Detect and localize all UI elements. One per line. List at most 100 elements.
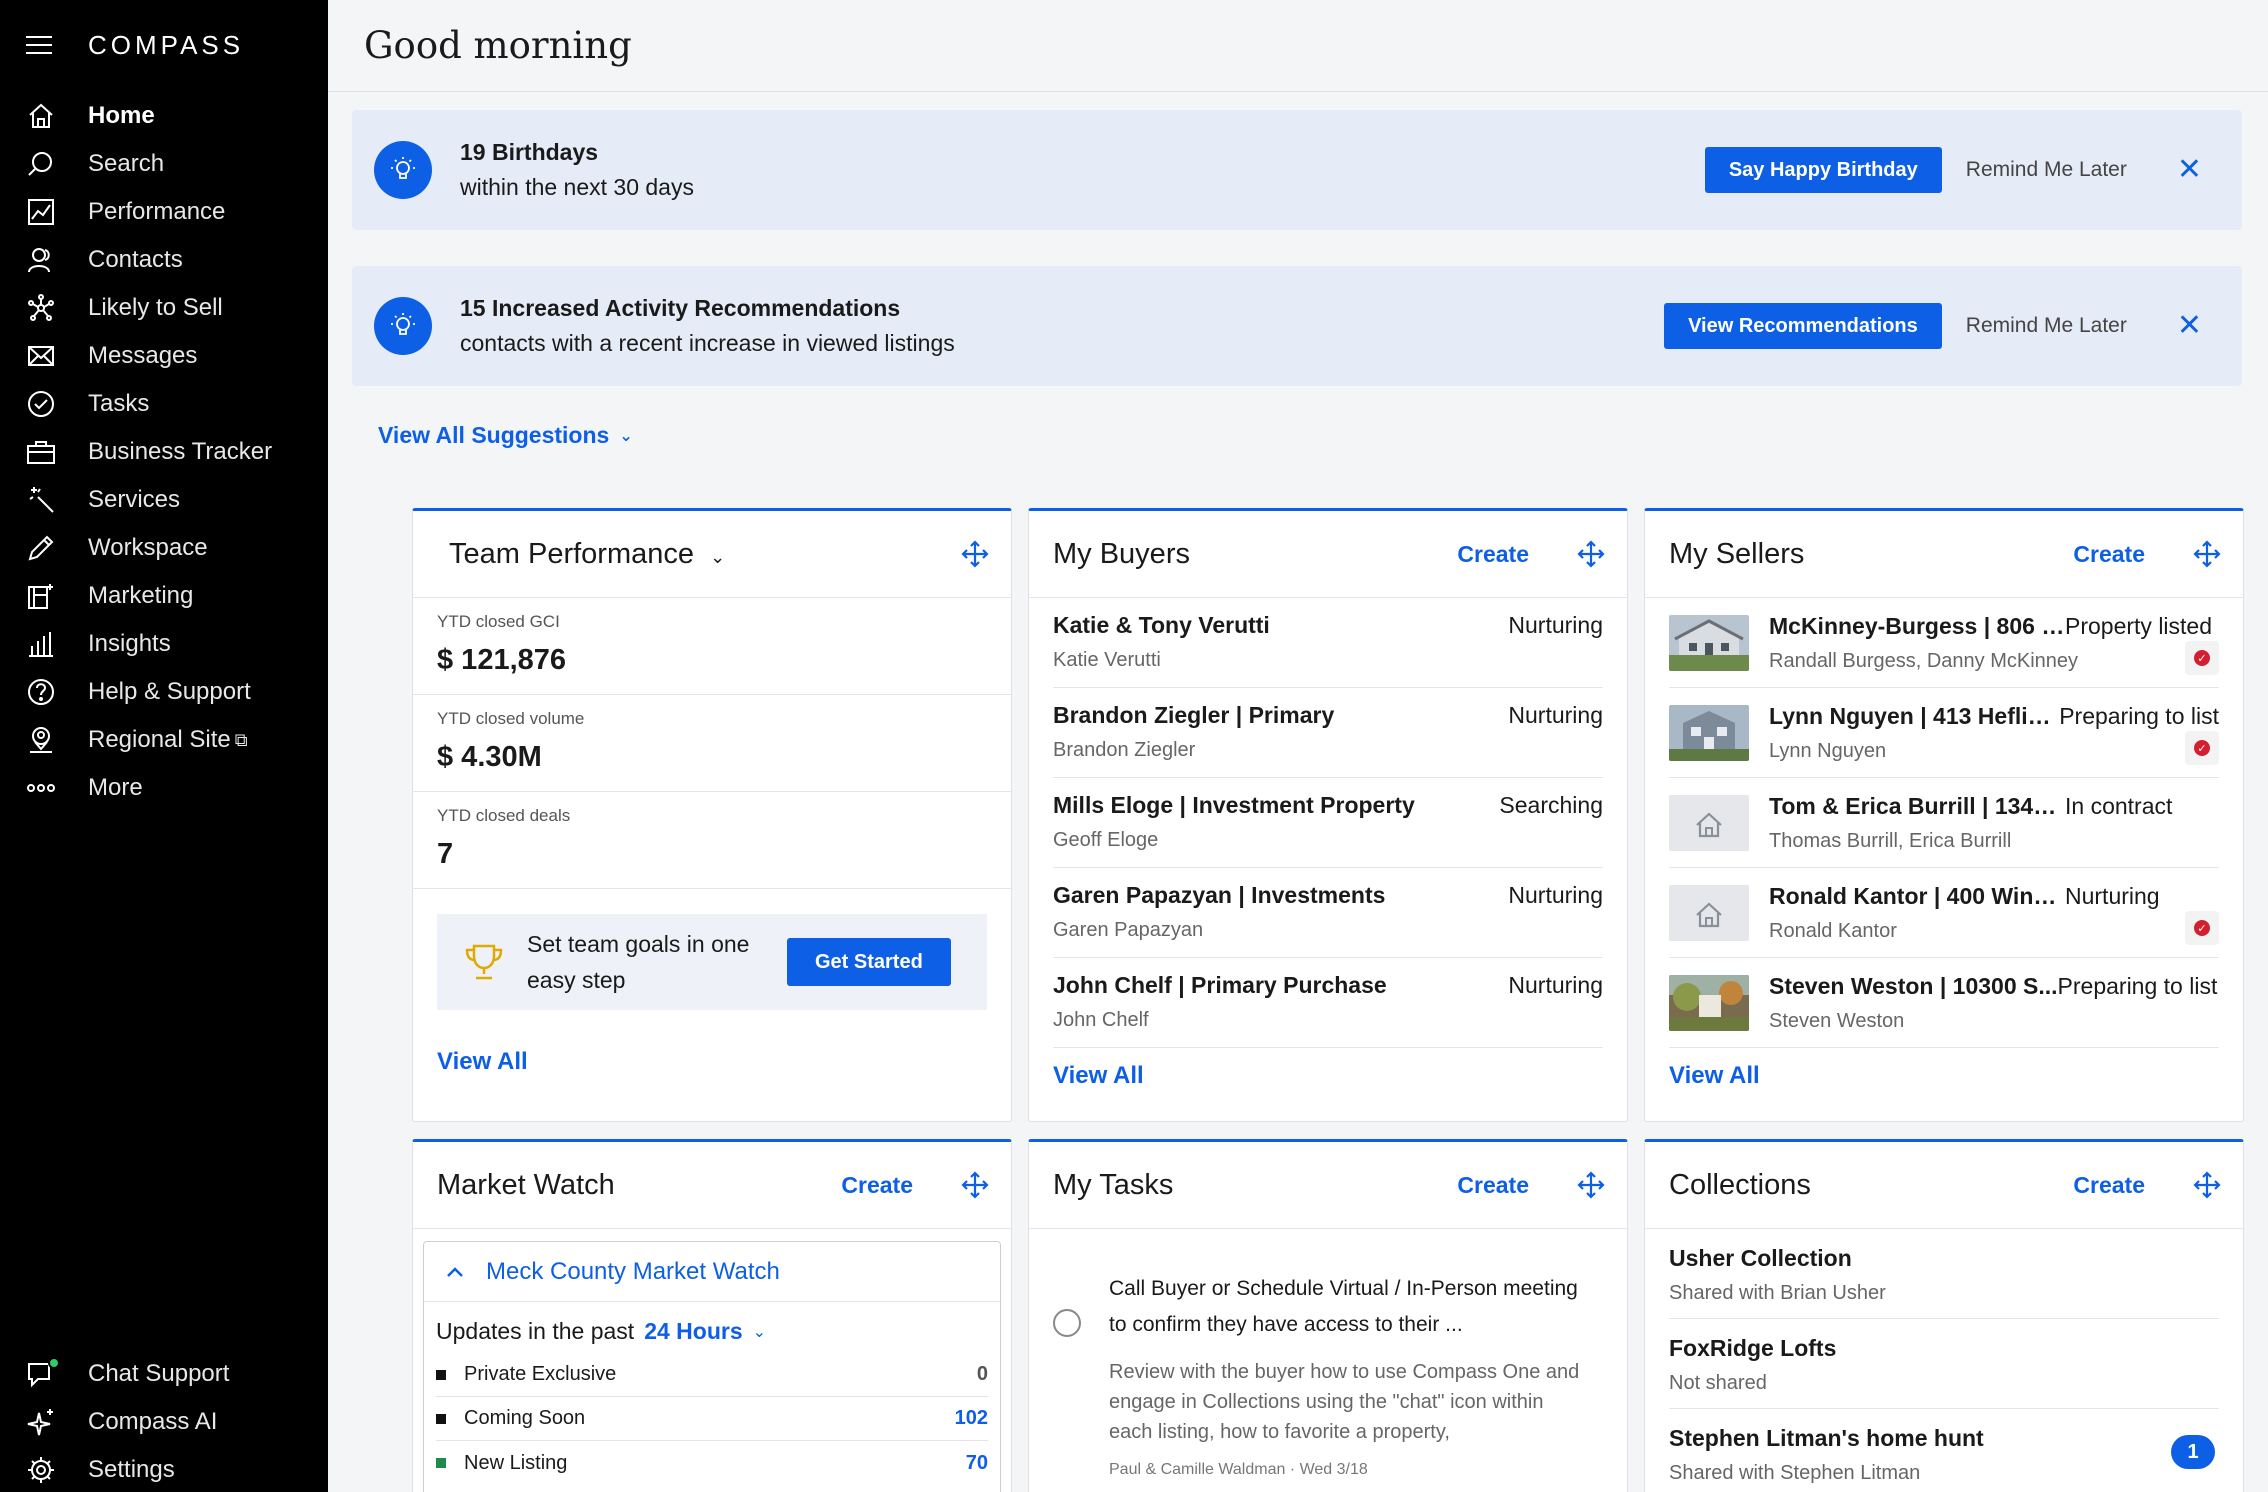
sidebar-item-likely-to-sell[interactable]: Likely to Sell — [0, 284, 328, 332]
marketing-icon — [24, 579, 58, 613]
view-recommendations-button[interactable]: View Recommendations — [1664, 303, 1942, 349]
sidebar-item-search[interactable]: Search — [0, 140, 328, 188]
sidebar-item-messages[interactable]: Messages — [0, 332, 328, 380]
move-icon[interactable] — [1577, 540, 1605, 568]
sidebar-item-regional-site[interactable]: Regional Site ⧉ — [0, 716, 328, 764]
alert-badge[interactable]: ✓ — [2185, 731, 2219, 765]
view-all-link[interactable]: View All — [437, 1048, 528, 1075]
goal-text: Set team goals in one easy step — [527, 931, 750, 993]
remind-me-later-link[interactable]: Remind Me Later — [1966, 314, 2127, 338]
sidebar-item-chat-support[interactable]: Chat Support — [0, 1350, 328, 1398]
create-button[interactable]: Create — [2073, 541, 2145, 568]
task-complete-checkbox[interactable] — [1053, 1309, 1081, 1337]
view-all-suggestions-link[interactable]: View All Suggestions ⌄ — [378, 422, 633, 449]
move-icon[interactable] — [1577, 1171, 1605, 1199]
create-button[interactable]: Create — [841, 1172, 913, 1199]
alert-icon: ✓ — [2194, 650, 2210, 666]
market-watch-header[interactable]: Meck County Market Watch — [424, 1242, 1000, 1302]
recommendations-banner: 15 Increased Activity Recommendations co… — [352, 266, 2242, 386]
remind-me-later-link[interactable]: Remind Me Later — [1966, 158, 2127, 182]
sparkle-icon — [24, 1405, 58, 1439]
card-header: Collections Create — [1645, 1142, 2243, 1229]
sidebar-item-tasks[interactable]: Tasks — [0, 380, 328, 428]
seller-row[interactable]: Steven Weston | 10300 S... Preparing to l… — [1669, 958, 2219, 1048]
move-icon[interactable] — [2193, 540, 2221, 568]
buyer-row[interactable]: Katie & Tony Verutti Katie Verutti Nurtu… — [1053, 598, 1603, 688]
seller-row[interactable]: Ronald Kantor | 400 Wingrave...Nurturing… — [1669, 868, 2219, 958]
collection-name: FoxRidge Lofts — [1669, 1335, 1837, 1361]
page-header: Good morning — [328, 0, 2268, 92]
buyer-row[interactable]: John Chelf | Primary Purchase John Chelf… — [1053, 958, 1603, 1048]
sidebar-nav: Home Search Performance Contacts Likely … — [0, 92, 328, 812]
more-icon — [24, 771, 58, 805]
move-icon[interactable] — [961, 1171, 989, 1199]
period-dropdown[interactable]: 24 Hours — [644, 1318, 742, 1345]
seller-contacts: Thomas Burrill, Erica Burrill — [1769, 829, 2012, 852]
buyer-row[interactable]: Brandon Ziegler | Primary Brandon Ziegle… — [1053, 688, 1603, 778]
sidebar-item-performance[interactable]: Performance — [0, 188, 328, 236]
sidebar-item-more[interactable]: More — [0, 764, 328, 812]
market-watch-card: Market Watch Create Meck County Market W… — [412, 1139, 1012, 1492]
create-button[interactable]: Create — [2073, 1172, 2145, 1199]
chevron-up-icon — [447, 1266, 463, 1277]
sidebar-item-label: Home — [88, 102, 155, 129]
sidebar-item-business-tracker[interactable]: Business Tracker — [0, 428, 328, 476]
market-row[interactable]: Private Exclusive 0 — [436, 1353, 988, 1397]
move-icon[interactable] — [961, 540, 989, 568]
kpi-gci: YTD closed GCI $ 121,876 — [413, 598, 1011, 695]
wand-icon — [24, 483, 58, 517]
sidebar-item-label: Business Tracker — [88, 438, 273, 465]
sidebar-item-services[interactable]: Services — [0, 476, 328, 524]
sidebar-item-settings[interactable]: Settings — [0, 1446, 328, 1492]
market-watch-panel: Meck County Market Watch Updates in the … — [423, 1241, 1001, 1492]
sidebar-item-help-support[interactable]: Help & Support — [0, 668, 328, 716]
card-title[interactable]: Team Performance ⌄ — [449, 538, 961, 571]
buyer-contact: Katie Verutti — [1053, 649, 1161, 671]
create-button[interactable]: Create — [1457, 1172, 1529, 1199]
move-icon[interactable] — [2193, 1171, 2221, 1199]
sidebar-item-marketing[interactable]: Marketing — [0, 572, 328, 620]
get-started-button[interactable]: Get Started — [787, 938, 951, 986]
say-happy-birthday-button[interactable]: Say Happy Birthday — [1704, 147, 1942, 193]
market-row[interactable]: Coming Soon 102 — [436, 1397, 988, 1441]
alert-badge[interactable]: ✓ — [2185, 911, 2219, 945]
collection-row[interactable]: FoxRidge Lofts Not shared — [1669, 1319, 2219, 1409]
create-button[interactable]: Create — [1457, 541, 1529, 568]
alert-badge[interactable]: ✓ — [2185, 641, 2219, 675]
chat-icon — [24, 1357, 60, 1391]
collection-row[interactable]: Stephen Litman's home hunt Shared with S… — [1669, 1409, 2219, 1492]
sidebar-item-label: Tasks — [88, 390, 150, 417]
sidebar-item-compass-ai[interactable]: Compass AI — [0, 1398, 328, 1446]
view-all-link[interactable]: View All — [1053, 1062, 1144, 1089]
hamburger-menu-icon[interactable] — [26, 36, 52, 54]
compass-logo[interactable]: COMPASS — [88, 30, 244, 61]
view-all-link[interactable]: View All — [1669, 1062, 1760, 1089]
sidebar-item-label: Workspace — [88, 534, 208, 561]
sidebar-item-contacts[interactable]: Contacts — [0, 236, 328, 284]
seller-row[interactable]: McKinney-Burgess | 806 S... Property list… — [1669, 598, 2219, 688]
page-title: Good morning — [364, 24, 632, 67]
close-icon[interactable]: ✕ — [2177, 155, 2202, 185]
card-title: Market Watch — [437, 1168, 615, 1201]
task-title[interactable]: Call Buyer or Schedule Virtual / In-Pers… — [1109, 1271, 1589, 1343]
buyer-row[interactable]: Garen Papazyan | Investments Garen Papaz… — [1053, 868, 1603, 958]
sidebar-item-workspace[interactable]: Workspace — [0, 524, 328, 572]
alert-icon: ✓ — [2194, 740, 2210, 756]
close-icon[interactable]: ✕ — [2177, 311, 2202, 341]
seller-row[interactable]: Lynn Nguyen | 413 Heflin... Preparing to … — [1669, 688, 2219, 778]
collection-row[interactable]: Usher Collection Shared with Brian Usher — [1669, 1229, 2219, 1319]
buyer-status: Nurturing — [1508, 702, 1603, 728]
market-row[interactable]: New Listing 70 — [436, 1441, 988, 1485]
seller-row[interactable]: Tom & Erica Burrill | 13424 Po...In cont… — [1669, 778, 2219, 868]
buyer-row[interactable]: Mills Eloge | Investment Property Geoff … — [1053, 778, 1603, 868]
alert-icon: ✓ — [2194, 920, 2210, 936]
logo-row: COMPASS — [26, 28, 244, 62]
sidebar-item-insights[interactable]: Insights — [0, 620, 328, 668]
buyer-status: Nurturing — [1508, 612, 1603, 638]
sidebar-item-home[interactable]: Home — [0, 92, 328, 140]
market-row-count: 0 — [976, 1363, 988, 1385]
birthdays-banner: 19 Birthdays within the next 30 days Say… — [352, 110, 2242, 230]
sidebar: COMPASS Home Search Performance Contacts… — [0, 0, 328, 1492]
house-placeholder-icon — [1669, 794, 1749, 851]
updates-period: Updates in the past 24 Hours ⌄ — [424, 1302, 1000, 1345]
